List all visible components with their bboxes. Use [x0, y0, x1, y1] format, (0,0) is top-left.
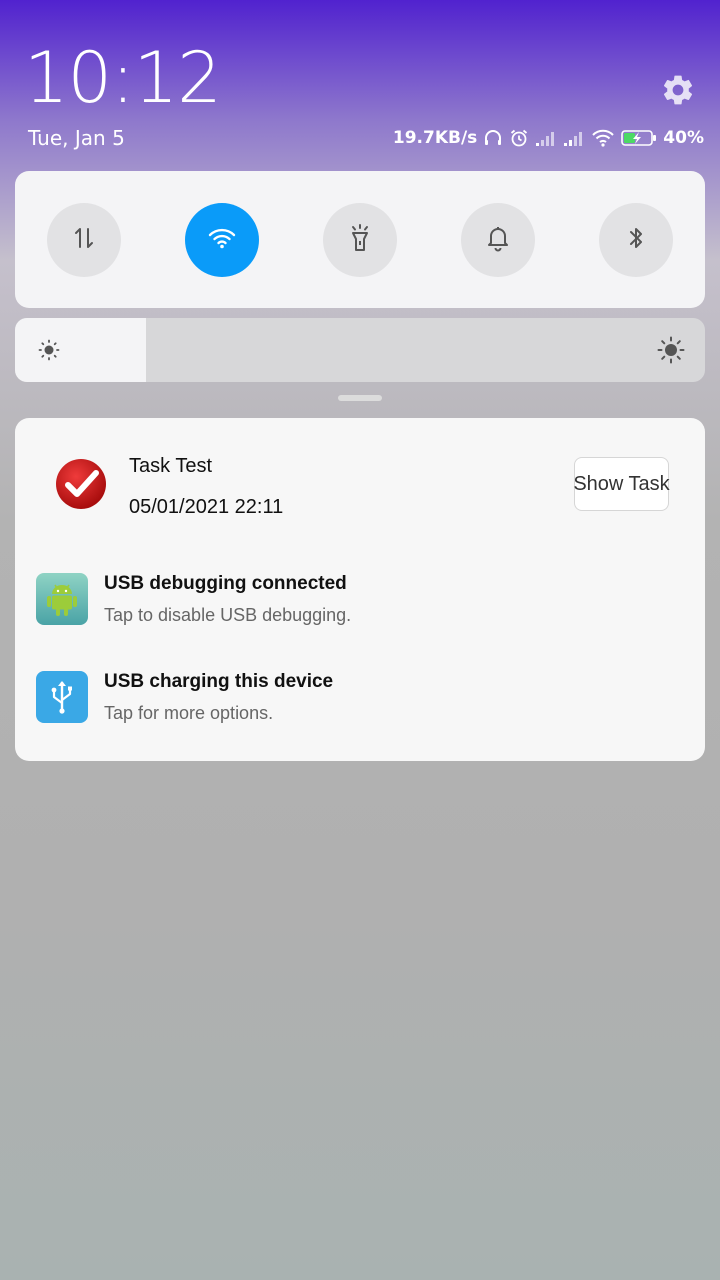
android-icon — [36, 573, 88, 625]
usb-icon — [36, 671, 88, 723]
brightness-slider[interactable] — [15, 318, 705, 382]
alarm-icon — [509, 128, 529, 148]
signal-icon — [535, 129, 557, 147]
brightness-fill — [15, 318, 147, 382]
status-bar: 19.7KB/s 40% — [393, 124, 704, 152]
battery-percent: 40% — [663, 128, 704, 148]
task-time: 05/01/2021 22:11 — [129, 496, 284, 518]
signal-icon — [563, 129, 585, 147]
show-task-button[interactable]: Show Task — [573, 457, 670, 511]
data-arrows-icon — [71, 225, 97, 255]
task-check-icon — [55, 458, 107, 510]
task-title: Task Test — [129, 455, 212, 477]
battery-charging-icon — [621, 129, 657, 147]
flashlight-icon — [346, 223, 374, 257]
settings-gear-icon[interactable] — [660, 72, 696, 108]
clock-time: 10:12 — [24, 37, 222, 119]
drag-handle[interactable] — [338, 395, 382, 401]
date-label: Tue, Jan 5 — [28, 126, 125, 150]
bluetooth-icon — [624, 224, 648, 256]
headset-icon — [483, 128, 503, 148]
usb-debugging-title: USB debugging connected — [104, 573, 347, 594]
toggle-mobile-data[interactable] — [47, 202, 121, 277]
notification-panel: Task Test 05/01/2021 22:11 Show Task USB… — [15, 418, 705, 761]
usb-charging-title: USB charging this device — [104, 671, 334, 692]
brightness-low-icon — [37, 338, 61, 366]
quick-settings-panel — [15, 171, 705, 308]
toggle-wifi[interactable] — [185, 202, 259, 277]
toggle-flashlight[interactable] — [323, 202, 397, 277]
usb-debugging-subtitle: Tap to disable USB debugging. — [104, 605, 352, 625]
wifi-icon — [591, 129, 615, 147]
network-speed: 19.7KB/s — [392, 128, 478, 148]
wifi-icon — [207, 226, 237, 254]
toggle-sound[interactable] — [461, 202, 535, 277]
usb-charging-subtitle: Tap for more options. — [104, 703, 274, 723]
bell-icon — [485, 224, 511, 256]
toggle-bluetooth[interactable] — [599, 202, 673, 277]
brightness-high-icon — [657, 336, 685, 368]
